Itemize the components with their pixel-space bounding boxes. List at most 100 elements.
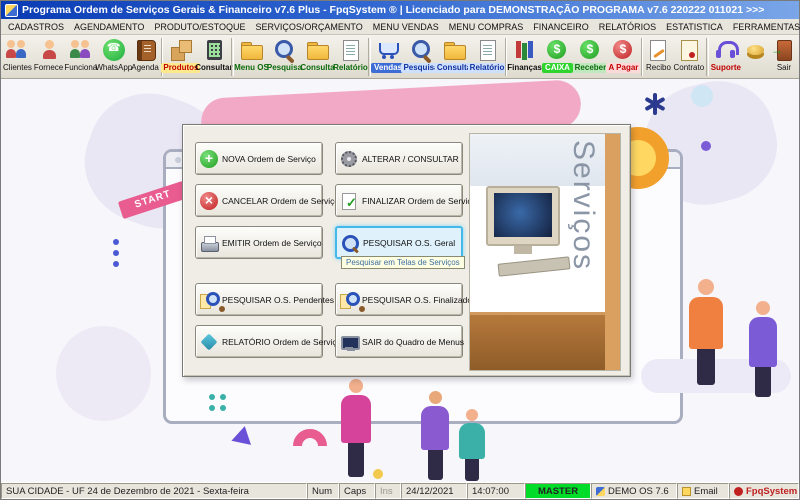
toolbar-sair[interactable]: Sair <box>770 36 798 78</box>
menu-servicos-orcamento[interactable]: SERVIÇOS/ORÇAMENTO <box>251 19 368 35</box>
toolbar-os-relatorio[interactable]: Relatório <box>334 36 367 78</box>
dot-shape <box>691 85 713 107</box>
status-user: MASTER <box>525 483 591 499</box>
menu-estatistica[interactable]: ESTATISTICA <box>661 19 728 35</box>
status-num: Num <box>307 483 339 499</box>
status-location: SUA CIDADE - UF 24 de Dezembro de 2021 -… <box>1 483 307 499</box>
flower-shape <box>653 93 657 115</box>
toolbar-clientes[interactable]: Clientes <box>2 36 33 78</box>
pesquisar-os-finalizados-button[interactable]: PESQUISAR O.S. Finalizados <box>335 283 463 316</box>
toolbar-label: Clientes <box>3 63 32 73</box>
dots-shape <box>209 394 215 400</box>
status-text: Caps <box>344 486 366 497</box>
nova-os-button[interactable]: NOVA Ordem de Serviço <box>195 142 323 175</box>
servicos-photo-panel: Serviços <box>469 133 621 371</box>
app-icon <box>5 4 18 17</box>
coins-icon <box>743 38 769 62</box>
search-icon <box>271 38 297 62</box>
status-brand: FpqSystem <box>729 483 799 499</box>
toolbar-vendas-pesquisa[interactable]: Pesquisa <box>405 36 438 78</box>
menu-label: FERRAMENTAS <box>733 19 800 35</box>
status-date: 24/12/2021 <box>401 483 467 499</box>
menu-label: SERVIÇOS/ORÇAMENTO <box>256 19 363 35</box>
supplier-icon <box>36 38 62 62</box>
toolbar-caixa[interactable]: CAIXA <box>541 36 574 78</box>
alterar-consultar-button[interactable]: ALTERAR / CONSULTAR <box>335 142 463 175</box>
toolbar-agenda[interactable]: Agenda <box>130 36 160 78</box>
status-text: Email <box>694 486 718 497</box>
toolbar-label: WhatsApp <box>95 63 132 73</box>
toolbar-funcionarios[interactable]: Funciona <box>64 36 97 78</box>
os-menu-dialog: NOVA Ordem de Serviço ALTERAR / CONSULTA… <box>182 124 631 377</box>
toolbar-contrato[interactable]: Contrato <box>672 36 705 78</box>
report-doc-icon <box>337 38 363 62</box>
toolbar-os-pesquisa[interactable]: Pesquisa <box>268 36 301 78</box>
agenda-icon <box>132 38 158 62</box>
halfring-shape <box>293 429 327 463</box>
toolbar-label: Consultar <box>195 63 232 73</box>
client-area: START <box>1 79 799 482</box>
menu-vendas[interactable]: MENU VENDAS <box>368 19 444 35</box>
menu-label: PRODUTO/ESTOQUE <box>154 19 245 35</box>
status-ins: Ins <box>375 483 401 499</box>
toolbar-financas[interactable]: Finanças <box>508 36 541 78</box>
menu-label: AGENDAMENTO <box>74 19 144 35</box>
email-icon <box>682 487 691 496</box>
finalizar-os-button[interactable]: FINALIZAR Ordem de Serviço <box>335 184 463 217</box>
relatorio-os-button[interactable]: RELATÓRIO Ordem de Serviços <box>195 325 323 358</box>
cash-dollar-icon <box>544 38 570 62</box>
pesquisar-os-pendentes-button[interactable]: PESQUISAR O.S. Pendentes <box>195 283 323 316</box>
toolbar-recibo[interactable]: Recibo <box>644 36 672 78</box>
toolbar-a-pagar[interactable]: A Pagar <box>607 36 640 78</box>
toolbar-fornecedores[interactable]: Fornece <box>33 36 64 78</box>
menu-label: CADASTROS <box>8 19 64 35</box>
toolbar-label: Finanças <box>507 63 542 73</box>
menu-relatorios[interactable]: RELATÓRIOS <box>594 19 661 35</box>
menu-cadastros[interactable]: CADASTROS <box>3 19 69 35</box>
pay-dollar-icon <box>610 38 636 62</box>
exit-door-icon <box>771 38 797 62</box>
brand-icon <box>734 487 743 496</box>
report-doc-icon <box>474 38 500 62</box>
dot-shape <box>373 469 383 479</box>
menu-ferramentas[interactable]: FERRAMENTAS <box>728 19 800 35</box>
toolbar-label: Sair <box>777 63 791 73</box>
toolbar-moedas[interactable] <box>742 36 770 78</box>
pesquisar-os-geral-button[interactable]: PESQUISAR O.S. Geral <box>335 226 463 259</box>
sair-menu-button[interactable]: SAIR do Quadro de Menus <box>335 325 463 358</box>
consult-folder-icon <box>304 38 330 62</box>
button-label: SAIR do Quadro de Menus <box>362 337 464 347</box>
toolbar-label: Relatório <box>468 63 507 73</box>
cancelar-os-button[interactable]: CANCELAR Ordem de Serviço <box>195 184 323 217</box>
status-text: 24/12/2021 <box>406 486 454 497</box>
toolbar-os-consulta[interactable]: Consulta <box>301 36 334 78</box>
toolbar-whatsapp[interactable]: WhatsApp <box>97 36 130 78</box>
menu-financeiro[interactable]: FINANCEIRO <box>528 19 594 35</box>
check-icon <box>340 192 358 210</box>
toolbar-suporte[interactable]: Suporte <box>710 36 742 78</box>
report-icon <box>200 333 218 351</box>
gears-icon <box>340 150 358 168</box>
toolbar-consultar[interactable]: Consultar <box>197 36 230 78</box>
button-label: FINALIZAR Ordem de Serviço <box>362 196 476 206</box>
toolbar-vendas-relatorio[interactable]: Relatório <box>471 36 504 78</box>
menu-agendamento[interactable]: AGENDAMENTO <box>69 19 149 35</box>
toolbar-label: Fornece <box>34 63 63 73</box>
status-text: DEMO OS 7.6 <box>608 486 669 497</box>
menu-compras[interactable]: MENU COMPRAS <box>444 19 529 35</box>
exit-icon <box>340 333 358 351</box>
sales-cart-icon <box>375 38 401 62</box>
os-folder-icon <box>238 38 264 62</box>
toolbar-menu-os[interactable]: Menu OS <box>235 36 268 78</box>
toolbar-vendas-consulta[interactable]: Consulta <box>438 36 471 78</box>
receipt-icon <box>645 38 671 62</box>
toolbar-vendas[interactable]: Vendas <box>372 36 405 78</box>
finance-books-icon <box>512 38 538 62</box>
emitir-os-button[interactable]: EMITIR Ordem de Serviço <box>195 226 323 259</box>
menu-produto-estoque[interactable]: PRODUTO/ESTOQUE <box>149 19 250 35</box>
status-email[interactable]: Email <box>677 483 729 499</box>
toolbar-produtos[interactable]: Produtos <box>164 36 197 78</box>
toolbar-receber[interactable]: Receber <box>574 36 607 78</box>
menu-label: RELATÓRIOS <box>599 19 656 35</box>
support-icon <box>713 38 739 62</box>
